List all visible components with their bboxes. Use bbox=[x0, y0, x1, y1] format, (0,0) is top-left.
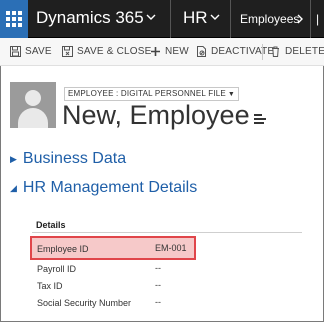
save-button[interactable]: SAVE bbox=[10, 46, 52, 57]
nav-divider bbox=[170, 0, 171, 38]
app-brand[interactable]: Dynamics 365 bbox=[36, 8, 144, 28]
field-value-employee-id[interactable]: EM-001 bbox=[155, 243, 187, 253]
trash-icon bbox=[270, 46, 281, 57]
expand-arrow-icon: ▶ bbox=[10, 153, 17, 164]
header-menu-icon[interactable] bbox=[254, 114, 266, 126]
details-heading: Details bbox=[36, 220, 66, 230]
save-and-close-button[interactable]: SAVE & CLOSE bbox=[62, 46, 151, 57]
top-navigation-bar: Dynamics 365 HR Employees | bbox=[0, 0, 324, 38]
app-launcher-button[interactable] bbox=[0, 0, 28, 38]
field-label-employee-id: Employee ID bbox=[37, 244, 89, 254]
chevron-down-icon[interactable] bbox=[146, 10, 156, 24]
nav-divider bbox=[230, 0, 231, 38]
waffle-grid-icon bbox=[6, 11, 22, 27]
deactivate-button-label: DEACTIVATE bbox=[211, 46, 275, 57]
floppy-disk-icon bbox=[10, 46, 21, 57]
nav-area-hr[interactable]: HR bbox=[183, 8, 208, 28]
save-button-label: SAVE bbox=[25, 46, 52, 57]
person-silhouette-icon bbox=[25, 90, 41, 106]
deactivate-document-icon bbox=[196, 46, 207, 57]
section-hr-management-details-label: HR Management Details bbox=[22, 179, 198, 196]
avatar[interactable] bbox=[10, 82, 56, 128]
field-label-social-security-number: Social Security Number bbox=[37, 298, 132, 308]
new-button[interactable]: NEW bbox=[150, 46, 189, 57]
nav-entity-employees[interactable]: Employees bbox=[240, 12, 299, 26]
form-selector-dropdown[interactable]: EMPLOYEE : DIGITAL PERSONNEL FILE ▼ bbox=[64, 87, 240, 101]
field-label-payroll-id: Payroll ID bbox=[37, 264, 77, 274]
plus-icon bbox=[150, 46, 161, 57]
caret-down-icon: ▼ bbox=[227, 91, 236, 98]
command-divider bbox=[262, 44, 263, 60]
section-business-data-label: Business Data bbox=[22, 150, 127, 167]
delete-button-label: DELETE bbox=[285, 46, 324, 57]
collapse-arrow-icon: ◢ bbox=[10, 182, 17, 193]
field-value-payroll-id[interactable]: -- bbox=[155, 263, 161, 273]
details-divider bbox=[32, 232, 302, 233]
new-button-label: NEW bbox=[165, 46, 189, 57]
form-selector-label: EMPLOYEE : DIGITAL PERSONNEL FILE bbox=[68, 89, 226, 98]
page-title: New, Employee bbox=[62, 100, 250, 130]
delete-button[interactable]: DELETE bbox=[270, 46, 324, 57]
nav-divider bbox=[310, 0, 311, 38]
field-value-tax-id[interactable]: -- bbox=[155, 280, 161, 290]
nav-overflow[interactable]: | bbox=[316, 12, 319, 26]
field-label-tax-id: Tax ID bbox=[37, 281, 63, 291]
person-silhouette-body bbox=[18, 108, 48, 128]
chevron-down-icon[interactable] bbox=[210, 10, 220, 24]
command-bar: SAVE SAVE & CLOSE NEW DEACTIVATE DELETE bbox=[0, 38, 324, 66]
section-business-data[interactable]: ▶ Business Data bbox=[10, 150, 126, 168]
field-value-social-security-number[interactable]: -- bbox=[155, 297, 161, 307]
save-and-close-button-label: SAVE & CLOSE bbox=[77, 46, 152, 57]
save-close-icon bbox=[62, 46, 73, 57]
section-hr-management-details[interactable]: ◢ HR Management Details bbox=[10, 179, 197, 197]
chevron-right-icon[interactable] bbox=[297, 13, 304, 27]
